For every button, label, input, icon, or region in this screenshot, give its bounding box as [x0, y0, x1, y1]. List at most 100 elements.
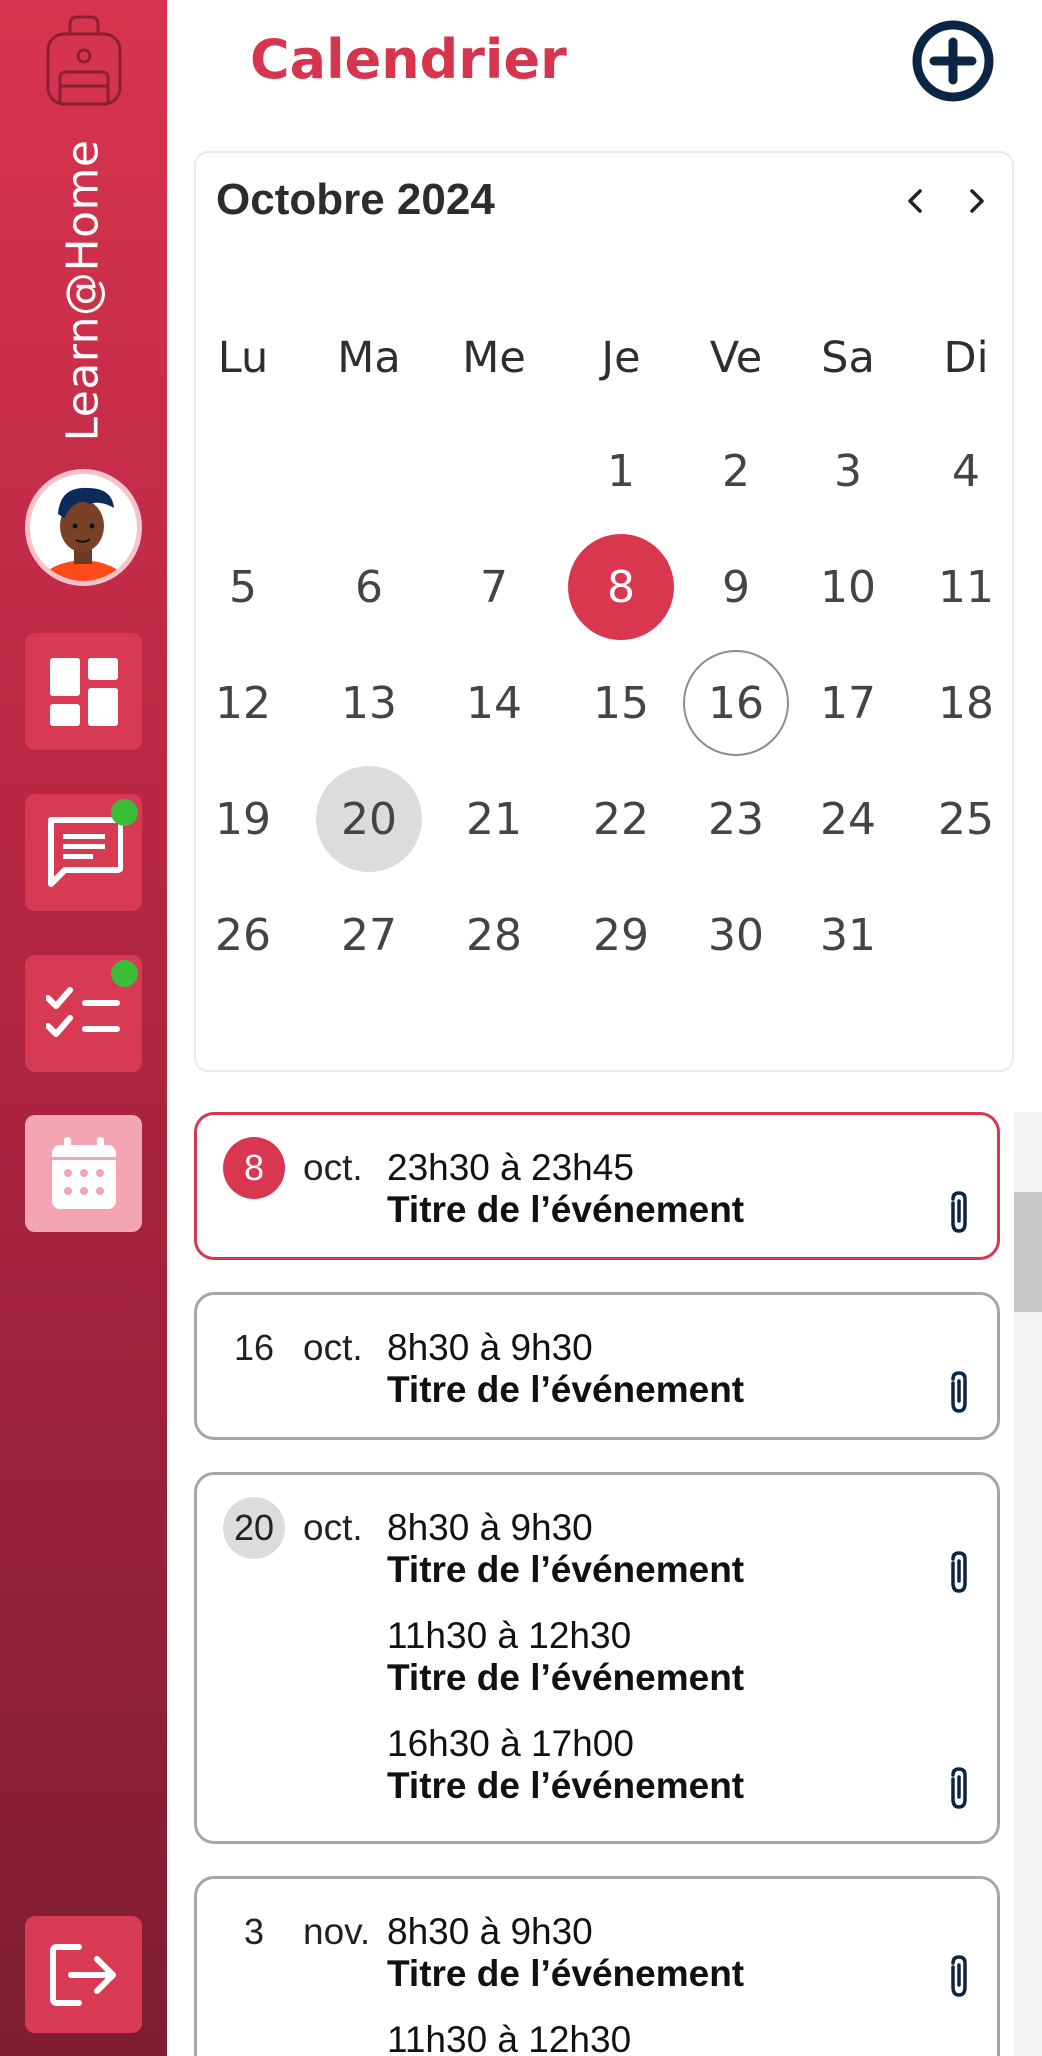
scrollbar-thumb[interactable]	[1014, 1192, 1042, 1312]
event-month: oct.	[303, 1507, 363, 1548]
nav-dashboard-button[interactable]	[25, 633, 142, 750]
attachment-icon[interactable]	[942, 1369, 976, 1417]
calendar-day[interactable]: 14	[441, 650, 547, 756]
plus-circle-icon	[912, 20, 994, 102]
event-day-number: 8	[223, 1137, 285, 1199]
calendar-day[interactable]: 4	[913, 418, 1019, 524]
calendar-day[interactable]: 24	[795, 766, 901, 872]
calendar-day[interactable]: 11	[913, 534, 1019, 640]
tasks-icon	[45, 986, 120, 1037]
event-time: 11h30 à 12h30	[387, 2019, 632, 2056]
calendar-day[interactable]: 17	[795, 650, 901, 756]
event-item[interactable]: 23h30 à 23h45 Titre de l’événement	[387, 1147, 744, 1231]
event-title: Titre de l’événement	[387, 1549, 745, 1590]
weekday-label: Ve	[709, 333, 763, 383]
calendar-day[interactable]: 20	[316, 766, 422, 872]
nav-messages-button[interactable]	[25, 794, 142, 911]
event-item[interactable]: 8h30 à 9h30 Titre de l’événement	[387, 1327, 744, 1411]
attachment-icon[interactable]	[942, 1549, 976, 1597]
add-event-button[interactable]	[912, 20, 994, 102]
nav-calendar-button[interactable]	[25, 1115, 142, 1232]
page-title: Calendrier	[250, 28, 567, 91]
messages-badge	[111, 799, 138, 826]
calendar-day[interactable]: 3	[795, 418, 901, 524]
event-title: Titre de l’événement	[387, 1765, 745, 1806]
avatar-illustration	[38, 487, 129, 581]
sidebar: Learn@Home	[0, 0, 167, 2056]
event-day-number: 3	[243, 1911, 265, 1952]
calendar-day[interactable]: 22	[568, 766, 674, 872]
event-time: 23h30 à 23h45	[387, 1147, 634, 1188]
weekday-label: Ma	[337, 333, 401, 383]
calendar-day[interactable]: 10	[795, 534, 901, 640]
calendar-day[interactable]: 19	[190, 766, 296, 872]
calendar-day[interactable]: 15	[568, 650, 674, 756]
weekday-label: Sa	[821, 333, 875, 383]
tasks-badge	[111, 960, 138, 987]
calendar-day[interactable]: 12	[190, 650, 296, 756]
calendar-day[interactable]: 5	[190, 534, 296, 640]
avatar[interactable]	[25, 469, 142, 586]
calendar-day[interactable]: 30	[683, 882, 789, 988]
calendar-day[interactable]: 9	[683, 534, 789, 640]
event-item[interactable]: 8h30 à 9h30 Titre de l’événement	[387, 1507, 744, 1591]
weekday-label: Lu	[217, 333, 269, 383]
calendar-day[interactable]: 21	[441, 766, 547, 872]
calendar-day[interactable]: 28	[441, 882, 547, 988]
calendar-day[interactable]: 7	[441, 534, 547, 640]
event-title: Titre de l’événement	[387, 1189, 745, 1230]
calendar-day[interactable]: 2	[683, 418, 789, 524]
events-list: 8 oct. 23h30 à 23h45 Titre de l’événement 16…	[194, 1112, 1042, 2056]
event-day-number: 20	[223, 1497, 285, 1559]
event-time: 16h30 à 17h00	[387, 1723, 634, 1764]
nav-tasks-button[interactable]	[25, 955, 142, 1072]
event-item[interactable]: 8h30 à 9h30 Titre de l’événement	[387, 1911, 744, 1995]
calendar-day[interactable]: 13	[316, 650, 422, 756]
calendar-day[interactable]: 18	[913, 650, 1019, 756]
brand-name: Learn@Home	[57, 139, 109, 441]
calendar-day[interactable]: 26	[190, 882, 296, 988]
event-month: oct.	[303, 1147, 363, 1188]
weekday-label: Je	[601, 333, 641, 383]
calendar-day[interactable]: 31	[795, 882, 901, 988]
event-title: Titre de l’événement	[387, 1657, 745, 1698]
calendar-day[interactable]: 23	[683, 766, 789, 872]
event-card[interactable]: 3 nov. 8h30 à 9h30 Titre de l’événement 11h3…	[194, 1876, 1000, 2056]
weekday-label: Me	[462, 333, 526, 383]
messages-icon	[47, 816, 123, 887]
logout-button[interactable]	[25, 1916, 142, 2033]
event-time: 8h30 à 9h30	[387, 1327, 593, 1368]
calendar-day[interactable]: 6	[316, 534, 422, 640]
prev-month-button[interactable]	[896, 181, 936, 221]
month-label: Octobre 2024	[216, 175, 495, 224]
chevron-left-icon	[908, 189, 922, 213]
event-title: Titre de l’événement	[387, 1369, 745, 1410]
attachment-icon[interactable]	[942, 1765, 976, 1813]
attachment-icon[interactable]	[942, 1189, 976, 1237]
backpack-icon	[46, 15, 122, 106]
event-title: Titre de l’événement	[387, 1953, 745, 1994]
event-card[interactable]: 8 oct. 23h30 à 23h45 Titre de l’événement	[194, 1112, 1000, 1260]
event-month: nov.	[303, 1911, 371, 1952]
scrollbar[interactable]	[1014, 1112, 1042, 2056]
weekday-label: Di	[943, 333, 989, 383]
event-card[interactable]: 16 oct. 8h30 à 9h30 Titre de l’événement	[194, 1292, 1000, 1440]
month-calendar: Octobre 2024 Lu Ma Me Je Ve Sa Di 1 2 3 4 5 6 7 8 9 10 1…	[194, 151, 1014, 1072]
event-item[interactable]: 11h30 à 12h30	[387, 2019, 631, 2056]
next-month-button[interactable]	[956, 181, 996, 221]
calendar-day[interactable]: 29	[568, 882, 674, 988]
calendar-day[interactable]: 16	[683, 650, 789, 756]
event-card[interactable]: 20 oct. 8h30 à 9h30 Titre de l’événement 11h…	[194, 1472, 1000, 1844]
attachment-icon[interactable]	[942, 1953, 976, 2001]
event-item[interactable]: 16h30 à 17h00 Titre de l’événement	[387, 1723, 744, 1807]
event-time: 11h30 à 12h30	[387, 1615, 632, 1656]
calendar-icon	[51, 1136, 116, 1209]
dashboard-icon	[49, 657, 118, 726]
chevron-right-icon	[970, 189, 984, 213]
calendar-day[interactable]: 25	[913, 766, 1019, 872]
event-item[interactable]: 11h30 à 12h30 Titre de l’événement	[387, 1615, 744, 1699]
calendar-day[interactable]: 1	[568, 418, 674, 524]
calendar-day[interactable]: 27	[316, 882, 422, 988]
event-time: 8h30 à 9h30	[387, 1507, 593, 1548]
calendar-day[interactable]: 8	[568, 534, 674, 640]
